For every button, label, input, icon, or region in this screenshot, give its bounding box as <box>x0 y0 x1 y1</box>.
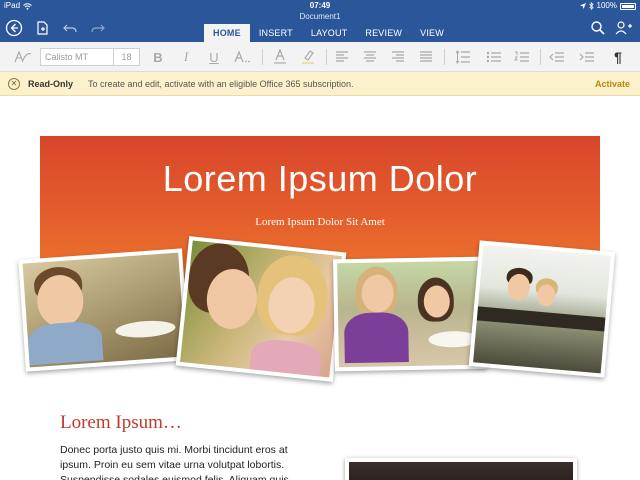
formatting-toolbar: Calisto MT 18 B I U ¶ <box>0 42 640 72</box>
more-text-formatting-button[interactable] <box>232 42 254 72</box>
photo-detail <box>26 320 104 366</box>
document-canvas[interactable]: Lorem Ipsum Dolor Lorem Ipsum Dolor Sit … <box>0 96 640 480</box>
photo-image <box>349 462 573 480</box>
back-button[interactable] <box>4 18 24 38</box>
photo-laughing-girls[interactable] <box>175 236 347 382</box>
highlighter-icon <box>302 50 314 64</box>
battery-icon <box>620 2 636 10</box>
activate-link[interactable]: Activate <box>595 72 630 96</box>
underline-button[interactable]: U <box>204 42 224 72</box>
notice-message: To create and edit, activate with an eli… <box>88 79 354 89</box>
align-right-icon <box>392 51 404 62</box>
photo-detail <box>248 337 323 378</box>
redo-icon <box>91 24 105 33</box>
battery-percent: 100% <box>596 1 617 10</box>
tab-review[interactable]: REVIEW <box>356 24 411 42</box>
justify-button[interactable] <box>416 42 436 72</box>
styles-button[interactable] <box>12 42 34 72</box>
toolbar-divider <box>262 49 263 65</box>
photo-image <box>473 244 611 374</box>
bullets-button[interactable] <box>484 42 504 72</box>
photo-boy-at-table[interactable] <box>18 248 190 372</box>
banner-subtitle: Lorem Ipsum Dolor Sit Amet <box>255 216 385 228</box>
highlight-button[interactable] <box>298 42 318 72</box>
dismiss-notice-button[interactable]: ✕ <box>8 78 20 90</box>
body-paragraph: Donec porta justo quis mi. Morbi tincidu… <box>60 444 289 480</box>
line-spacing-icon <box>455 50 470 64</box>
search-button[interactable] <box>588 18 608 38</box>
photo-image <box>337 260 483 368</box>
photo-image <box>180 240 342 378</box>
tab-view[interactable]: VIEW <box>411 24 453 42</box>
font-color-button[interactable] <box>270 42 290 72</box>
bold-button[interactable]: B <box>148 42 168 72</box>
font-size-field[interactable]: 18 <box>113 49 139 65</box>
read-only-label: Read-Only <box>28 79 74 89</box>
photo-detail <box>476 306 606 332</box>
toolbar-divider <box>540 49 541 65</box>
undo-button[interactable] <box>60 18 80 38</box>
align-left-button[interactable] <box>332 42 352 72</box>
pilcrow-icon: ¶ <box>614 49 622 65</box>
numbering-button[interactable] <box>512 42 532 72</box>
photo-image <box>22 252 186 368</box>
share-button[interactable] <box>614 18 634 38</box>
font-color-icon <box>274 49 286 64</box>
ribbon-bar: Document1 HOME INSERT LAYOUT REVIEW VIEW <box>0 12 640 42</box>
bullet-list-icon <box>486 51 501 63</box>
increase-indent-icon <box>579 52 594 62</box>
photo-detail <box>114 319 176 340</box>
photo-detail <box>506 272 531 301</box>
align-right-button[interactable] <box>388 42 408 72</box>
font-name-field[interactable]: Calisto MT <box>45 49 88 65</box>
read-only-notice-bar: ✕ Read-Only To create and edit, activate… <box>0 72 640 96</box>
section-heading: Lorem Ipsum… <box>60 412 182 433</box>
status-time: 07:49 <box>309 1 331 10</box>
photo-detail <box>536 283 557 308</box>
file-button[interactable] <box>32 18 52 38</box>
numbered-list-icon <box>514 51 529 62</box>
undo-icon <box>63 24 77 33</box>
align-center-button[interactable] <box>360 42 380 72</box>
close-icon: ✕ <box>10 79 18 88</box>
align-left-icon <box>336 51 348 62</box>
redo-button[interactable] <box>88 18 108 38</box>
back-arrow-icon <box>5 19 23 37</box>
toolbar-divider <box>444 49 445 65</box>
toolbar-divider <box>326 49 327 65</box>
tab-home[interactable]: HOME <box>204 24 250 42</box>
tab-insert[interactable]: INSERT <box>250 24 302 42</box>
align-center-icon <box>364 51 376 62</box>
add-person-icon <box>615 21 632 35</box>
file-icon <box>37 21 48 35</box>
status-bar: iPad 07:49 100% <box>0 0 640 12</box>
italic-button[interactable]: I <box>176 42 196 72</box>
show-formatting-marks-button[interactable]: ¶ <box>608 42 628 72</box>
decrease-indent-button[interactable] <box>546 42 568 72</box>
photo-detail <box>343 312 409 364</box>
increase-indent-button[interactable] <box>576 42 598 72</box>
text-effects-icon <box>234 50 250 63</box>
banner-title: Lorem Ipsum Dolor <box>162 158 478 199</box>
bluetooth-icon <box>588 2 594 10</box>
justify-icon <box>420 51 432 62</box>
font-selector[interactable]: Calisto MT 18 <box>40 48 140 66</box>
side-photo[interactable] <box>345 458 577 480</box>
status-right: 100% <box>579 0 636 12</box>
location-arrow-icon <box>579 3 586 9</box>
styles-icon <box>14 50 32 63</box>
tab-layout[interactable]: LAYOUT <box>302 24 357 42</box>
decrease-indent-icon <box>549 52 564 62</box>
photo-girls-dining[interactable] <box>333 256 487 372</box>
photo-couple-on-porch[interactable] <box>468 240 616 378</box>
line-spacing-button[interactable] <box>452 42 474 72</box>
ribbon-tabs: HOME INSERT LAYOUT REVIEW VIEW <box>204 24 453 42</box>
search-icon <box>591 21 605 35</box>
